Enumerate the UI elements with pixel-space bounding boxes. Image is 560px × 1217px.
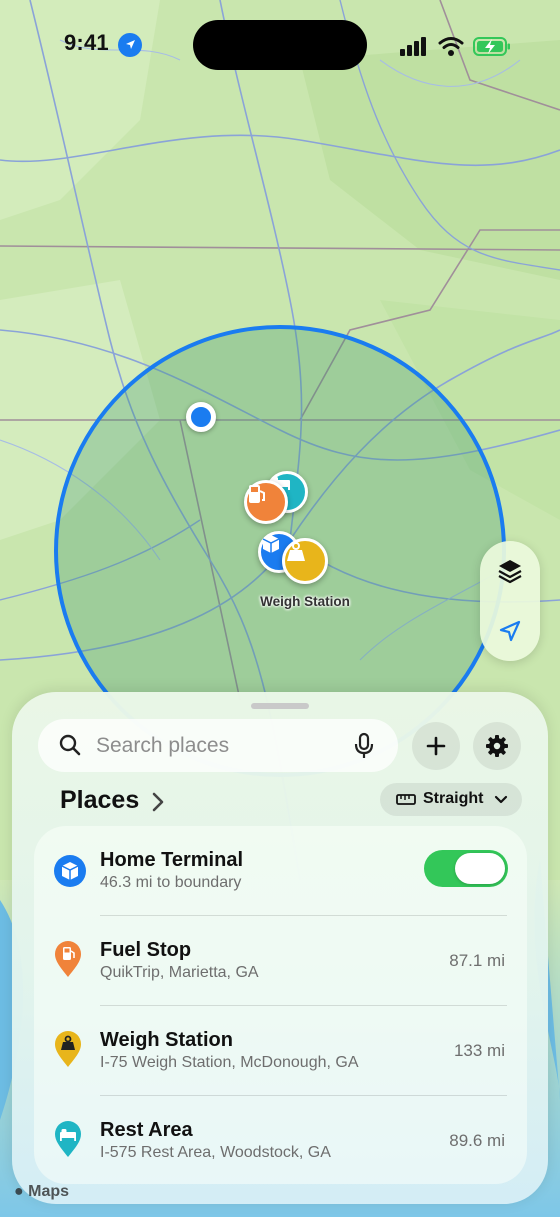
place-distance: 133 mi xyxy=(453,1041,505,1060)
distance-mode-picker[interactable]: Straight xyxy=(380,783,522,816)
place-title: Home Terminal xyxy=(100,849,243,871)
search-input[interactable] xyxy=(96,725,346,766)
map-layers-button[interactable] xyxy=(480,541,540,601)
place-distance: 87.1 mi xyxy=(449,951,505,970)
place-item-weigh-station[interactable]: Weigh Station I-75 Weigh Station, McDono… xyxy=(34,1006,527,1096)
map-controls xyxy=(480,541,540,661)
weight-icon xyxy=(55,1031,81,1067)
package-icon xyxy=(54,855,86,887)
bed-icon xyxy=(55,1121,81,1157)
status-time: 9:41 xyxy=(64,30,109,55)
search-bar[interactable] xyxy=(38,719,398,772)
battery-charging-icon xyxy=(473,37,510,56)
maps-legal-label: Maps xyxy=(28,1183,70,1200)
plus-icon xyxy=(426,736,446,756)
location-arrow-icon xyxy=(118,33,142,57)
boundary-alert-toggle[interactable] xyxy=(424,850,508,887)
microphone-icon[interactable] xyxy=(354,732,374,760)
wifi-icon xyxy=(438,37,464,56)
location-arrow-icon xyxy=(499,620,521,642)
place-distance: 89.6 mi xyxy=(449,1131,505,1150)
fuel-pump-icon xyxy=(249,485,265,503)
place-title: Weigh Station xyxy=(100,1029,233,1051)
status-bar: 9:41 xyxy=(0,0,560,92)
place-subtitle: QuikTrip, Marietta, GA xyxy=(100,964,259,981)
weigh-station-marker[interactable] xyxy=(282,538,328,584)
cellular-signal-icon xyxy=(400,37,426,56)
place-title: Fuel Stop xyxy=(100,939,192,961)
settings-button[interactable] xyxy=(473,722,521,770)
place-subtitle: 46.3 mi to boundary xyxy=(100,874,242,891)
sheet-grabber[interactable] xyxy=(251,703,309,709)
gear-icon xyxy=(486,735,508,757)
place-subtitle: I-75 Weigh Station, McDonough, GA xyxy=(100,1054,359,1071)
place-subtitle: I-575 Rest Area, Woodstock, GA xyxy=(100,1144,331,1161)
place-item-fuel-stop[interactable]: Fuel Stop QuikTrip, Marietta, GA 87.1 mi xyxy=(34,916,527,1006)
weight-icon xyxy=(287,542,305,561)
distance-mode-label: Straight xyxy=(423,790,484,807)
layers-icon xyxy=(498,560,522,584)
search-icon xyxy=(59,734,81,756)
recenter-location-button[interactable] xyxy=(480,601,540,661)
dynamic-island xyxy=(193,20,367,70)
apple-logo-icon: ● xyxy=(14,1183,24,1200)
place-title: Rest Area xyxy=(100,1119,193,1141)
maps-legal-link[interactable]: ● Maps xyxy=(14,1183,69,1201)
ruler-icon xyxy=(396,794,416,805)
chevron-right-icon[interactable] xyxy=(151,791,165,813)
fuel-stop-marker[interactable] xyxy=(244,480,288,524)
package-icon xyxy=(262,535,280,553)
add-place-button[interactable] xyxy=(412,722,460,770)
places-sheet: Places Straight Home Terminal 46.3 mi to… xyxy=(12,692,548,1204)
places-list: Home Terminal 46.3 mi to boundary Fuel S… xyxy=(34,826,527,1184)
user-location-dot xyxy=(186,402,216,432)
fuel-pump-icon xyxy=(55,941,81,977)
chevron-down-icon xyxy=(494,795,508,804)
status-icons xyxy=(400,37,510,56)
place-item-rest-area[interactable]: Rest Area I-575 Rest Area, Woodstock, GA… xyxy=(34,1096,527,1186)
places-title[interactable]: Places xyxy=(60,786,139,815)
weigh-station-map-label: Weigh Station xyxy=(260,594,350,609)
place-item-home-terminal[interactable]: Home Terminal 46.3 mi to boundary xyxy=(34,826,527,916)
